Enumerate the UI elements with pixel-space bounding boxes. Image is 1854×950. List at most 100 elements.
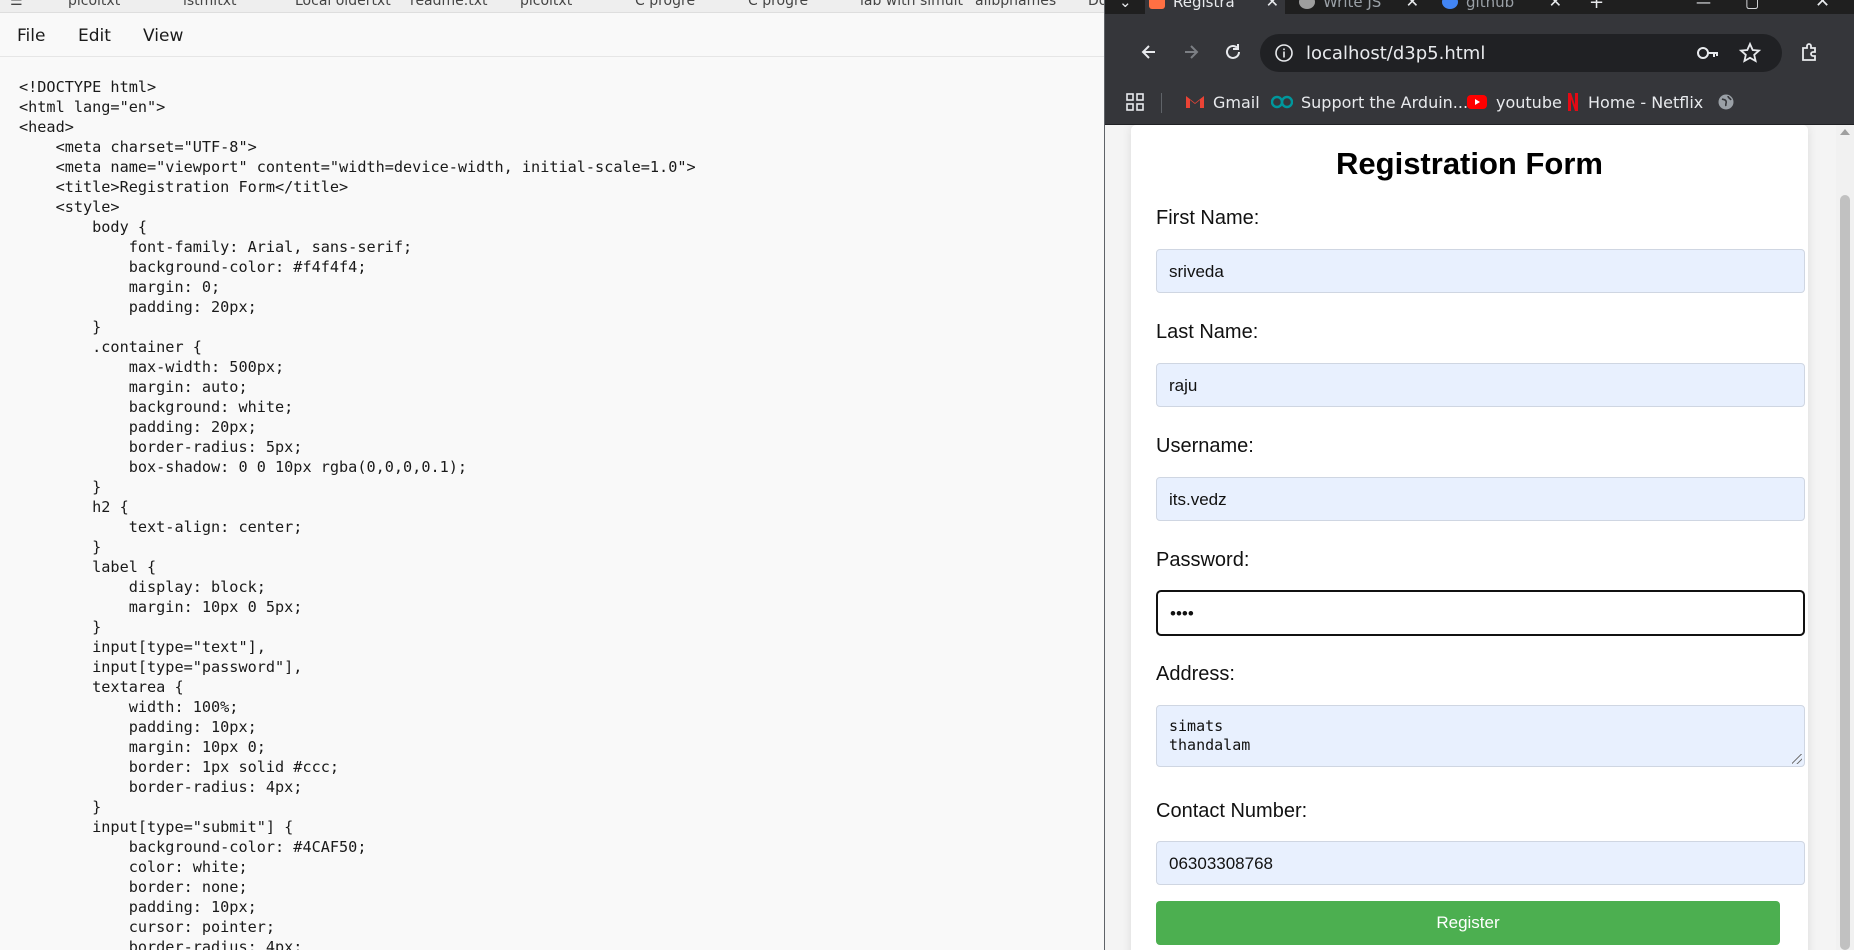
bookmark-gmail[interactable]: Gmail (1185, 91, 1260, 113)
code-line: margin: auto; (19, 378, 248, 396)
code-line: color: white; (19, 858, 248, 876)
notepad-window: ☰ picoltxt istmltxt Local oldertxt readm… (0, 0, 1106, 950)
code-line: .container { (19, 338, 202, 356)
code-line: <html lang="en"> (19, 98, 166, 116)
password-label: Password: (1156, 549, 1250, 571)
globe-icon (1718, 94, 1734, 110)
code-line: cursor: pointer; (19, 918, 276, 936)
address-textarea[interactable]: simats thandalam (1156, 705, 1805, 767)
last-name-label: Last Name: (1156, 321, 1259, 343)
code-line: } (19, 538, 102, 556)
bookmark-label: youtube (1496, 92, 1562, 112)
chevron-down-icon: ⌄ (1119, 0, 1132, 11)
puzzle-icon (1802, 43, 1816, 61)
contact-number-input[interactable]: 06303308768 (1156, 841, 1805, 885)
arrow-left-icon (1141, 45, 1155, 59)
minimize-icon: — (1696, 0, 1711, 11)
code-line: padding: 10px; (19, 898, 257, 916)
tab-write-js[interactable]: Write JS ✕ (1295, 0, 1425, 14)
code-line: <title>Registration Form</title> (19, 178, 349, 196)
code-line: border-radius: 5px; (19, 438, 303, 456)
notepad-editor[interactable]: <!DOCTYPE html> <html lang="en"> <head> <m… (19, 77, 696, 950)
code-line: } (19, 318, 102, 336)
notepad-tab[interactable]: istmltxt (183, 0, 236, 11)
form-container: Registration Form First Name: sriveda La… (1131, 125, 1808, 950)
notepad-tab[interactable]: lab with simult (860, 0, 963, 11)
arduino-icon (1271, 95, 1293, 109)
notepad-tab[interactable]: C progre (748, 0, 808, 11)
address-label: Address: (1156, 663, 1235, 685)
notepad-tab[interactable]: Local oldertxt (295, 0, 391, 11)
first-name-label: First Name: (1156, 207, 1260, 229)
close-tab-icon[interactable]: ✕ (1406, 0, 1419, 11)
url-text: localhost/d3p5.html (1306, 43, 1486, 64)
forward-button[interactable] (1175, 36, 1207, 68)
site-info-icon[interactable] (1274, 43, 1294, 63)
reload-icon (1226, 44, 1240, 59)
maximize-button[interactable]: ▢ (1737, 0, 1767, 14)
address-bar[interactable]: localhost/d3p5.html (1260, 34, 1782, 72)
first-name-input[interactable]: sriveda (1156, 249, 1805, 293)
bookmark-arduino[interactable]: Support the Arduin... (1271, 91, 1468, 113)
bookmark-globe[interactable] (1717, 91, 1735, 113)
bookmark-netflix[interactable]: Home - Netflix (1566, 91, 1703, 113)
code-line: input[type="submit"] { (19, 818, 294, 836)
close-tab-icon[interactable]: ✕ (1266, 0, 1279, 11)
scroll-thumb[interactable] (1840, 195, 1850, 950)
code-line: input[type="password"], (19, 658, 303, 676)
notepad-menubar: File Edit View (0, 13, 1106, 57)
password-input[interactable]: •••• (1156, 590, 1805, 636)
notepad-tab[interactable]: Do (1088, 0, 1106, 11)
bookmark-label: Support the Arduin... (1301, 92, 1469, 112)
close-tab-icon[interactable]: ✕ (1549, 0, 1562, 11)
menu-view[interactable]: View (143, 26, 183, 46)
google-icon (1442, 0, 1458, 9)
code-line: <meta charset="UTF-8"> (19, 138, 257, 156)
code-line: padding: 10px; (19, 718, 257, 736)
scroll-up-arrow-icon[interactable] (1840, 129, 1850, 135)
tab-favicon-icon (1299, 0, 1315, 9)
username-label: Username: (1156, 435, 1254, 457)
apps-grid-icon (1126, 93, 1144, 111)
netflix-icon (1568, 93, 1578, 111)
tab-title: github (1466, 0, 1515, 11)
code-line: margin: 10px 0; (19, 738, 266, 756)
minimize-button[interactable]: — (1688, 0, 1718, 14)
resize-handle-icon[interactable] (1792, 754, 1802, 764)
notepad-tab[interactable]: allbpnames (975, 0, 1056, 11)
tab-registration[interactable]: Registra ✕ (1145, 0, 1285, 14)
bookmarks-bar: Gmail Support the Arduin... youtube Home… (1105, 80, 1854, 125)
apps-button[interactable] (1125, 91, 1145, 113)
key-icon[interactable] (1696, 43, 1720, 63)
notepad-app-icon: ☰ (10, 0, 23, 9)
last-name-input[interactable]: raju (1156, 363, 1805, 407)
bookmark-youtube[interactable]: youtube (1466, 91, 1562, 113)
browser-window: ⌄ Registra ✕ Write JS ✕ github ✕ + — ▢ ✕ (1105, 0, 1854, 950)
code-line: input[type="text"], (19, 638, 266, 656)
notepad-tab[interactable]: picoltxt (520, 0, 572, 11)
username-input[interactable]: its.vedz (1156, 477, 1805, 521)
menu-edit[interactable]: Edit (78, 26, 111, 46)
page-scrollbar[interactable] (1836, 125, 1854, 950)
notepad-tab[interactable]: picoltxt (68, 0, 120, 11)
register-button[interactable]: Register (1156, 901, 1780, 945)
browser-tab-strip: ⌄ Registra ✕ Write JS ✕ github ✕ + — ▢ ✕ (1105, 0, 1854, 14)
notepad-tab[interactable]: C progre (635, 0, 695, 11)
code-line: <meta name="viewport" content="width=dev… (19, 158, 696, 176)
arrow-right-icon (1185, 45, 1199, 59)
menu-file[interactable]: File (17, 26, 45, 46)
reload-button[interactable] (1217, 36, 1249, 68)
back-button[interactable] (1133, 36, 1165, 68)
notepad-tab[interactable]: readme.txt (410, 0, 488, 11)
close-window-button[interactable]: ✕ (1803, 0, 1843, 14)
code-line: background-color: #f4f4f4; (19, 258, 367, 276)
tab-github[interactable]: github ✕ (1438, 0, 1568, 14)
code-line: <style> (19, 198, 120, 216)
extensions-button[interactable] (1794, 36, 1826, 68)
tab-title: Registra (1173, 0, 1235, 11)
star-icon[interactable] (1738, 41, 1762, 65)
code-line: label { (19, 558, 157, 576)
bookmarks-divider (1161, 93, 1162, 113)
tab-search-button[interactable]: ⌄ (1105, 0, 1145, 14)
new-tab-button[interactable]: + (1581, 0, 1611, 14)
